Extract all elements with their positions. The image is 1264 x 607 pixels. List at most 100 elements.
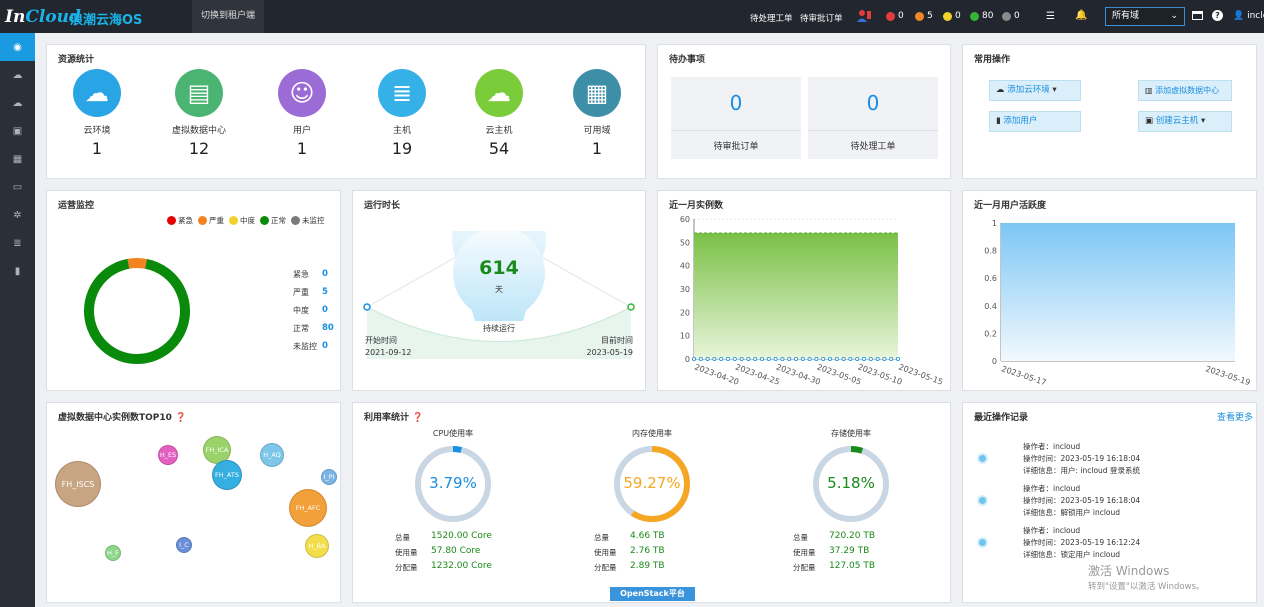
todo-review-card[interactable]: 0 待审批订单: [671, 77, 801, 159]
view-more-link[interactable]: 查看更多: [1217, 410, 1253, 423]
gauge-stat-label: 使用量: [594, 548, 617, 557]
resource-item[interactable]: ▤ 虚拟数据中心 12: [149, 69, 249, 158]
vdc-bubble[interactable]: H_ES: [158, 445, 178, 465]
sidebar-item[interactable]: ✲: [0, 201, 35, 229]
vdc-bubble[interactable]: FH_AFC: [289, 489, 327, 527]
trash-icon: ▮: [14, 265, 21, 277]
sidebar-item[interactable]: ▦: [0, 145, 35, 173]
vdc-bubble-label: FH_ISCS: [61, 479, 95, 489]
review-orders-link[interactable]: 待审批订单: [800, 12, 843, 24]
resource-stats-panel: 资源统计 ☁ 云环境 1 ▤ 虚拟数据中心 12 ☺ 用户 1 ≣ 主机 19 ☁ 云主机 54 ▦ 可用域 1: [46, 44, 646, 179]
gauge-stat-value: 37.29 TB: [829, 546, 870, 556]
x-tick-label: 2023-05-19: [1204, 364, 1251, 387]
log-op: 操作者：incloud: [1023, 442, 1081, 451]
alarm-badge[interactable]: 5: [915, 11, 933, 21]
bell-icon[interactable]: 🔔: [1075, 10, 1087, 21]
help-icon[interactable]: ❓: [175, 413, 186, 423]
gauge-percent: 59.27%: [623, 474, 681, 492]
gauge-stat-label: 使用量: [395, 548, 418, 557]
x-tick-label: 2023-05-05: [816, 362, 863, 386]
monitor-stat-label: 严重: [293, 288, 309, 297]
alarm-badge[interactable]: 0: [1002, 11, 1020, 21]
vdc-bubble-label: FH_AFC: [295, 504, 321, 512]
y-tick-label: 10: [680, 332, 690, 341]
zero-series-point: [793, 356, 798, 361]
gauge-stat-label: 总量: [594, 533, 609, 542]
gauge-stat-value: 1520.00 Core: [431, 531, 492, 541]
sidebar-item[interactable]: ▣: [0, 117, 35, 145]
zero-series-point: [875, 356, 880, 361]
vdc-bubble[interactable]: H_AQ: [260, 443, 284, 467]
platform-tab[interactable]: OpenStack平台: [610, 587, 695, 601]
gauge-stat-label: 分配量: [395, 563, 418, 572]
sidebar-item[interactable]: ◉: [0, 33, 35, 61]
alarm-badge[interactable]: 0: [943, 11, 961, 21]
alarm-person-icon[interactable]: [856, 9, 872, 26]
user-icon: ☺: [278, 69, 326, 117]
uptime-unit: 天: [495, 285, 503, 294]
chevron-down-icon: ⌄: [1170, 11, 1178, 21]
resource-item[interactable]: ≣ 主机 19: [352, 69, 452, 158]
region-select[interactable]: 所有域 ⌄: [1105, 7, 1185, 26]
instances-area: [694, 233, 898, 359]
alarm-badge[interactable]: 80: [970, 11, 993, 21]
end-time-label: 目前时间: [601, 336, 633, 345]
vdc-bubble[interactable]: I_C: [176, 537, 192, 553]
panel-title: 待办事项: [669, 55, 706, 65]
y-tick-label: 0.4: [984, 302, 997, 311]
resource-item[interactable]: ▦ 可用域 1: [547, 69, 647, 158]
windows-activation-title: 激活 Windows: [1088, 564, 1170, 578]
resource-item[interactable]: ☺ 用户 1: [252, 69, 352, 158]
menu-icon[interactable]: ☰: [1046, 11, 1055, 22]
vdc-bubble[interactable]: H_BA: [305, 534, 329, 558]
legend-dot-icon: [167, 216, 176, 225]
sidebar-item[interactable]: ▭: [0, 173, 35, 201]
vdc-bubble[interactable]: I_PI: [321, 469, 337, 485]
monitor-stat-label: 未监控: [293, 342, 317, 351]
todo-process-card[interactable]: 0 待处理工单: [808, 77, 938, 159]
timeline-dot-icon: [977, 537, 988, 548]
log-op: 操作者：incloud: [1023, 484, 1081, 493]
vdc-bubble-label: FH_ATS: [215, 471, 239, 479]
vdc-bubble[interactable]: FH_ATS: [212, 460, 242, 490]
sidebar-item[interactable]: ≣: [0, 229, 35, 257]
gauge-stat-value: 1232.00 Core: [431, 561, 492, 571]
pending-orders-link[interactable]: 待处理工单: [750, 12, 793, 24]
sidebar-item[interactable]: ☁: [0, 61, 35, 89]
alarm-count: 0: [955, 11, 961, 21]
monitor-stat-label: 紧急: [293, 270, 309, 279]
sidebar-item[interactable]: ▮: [0, 257, 35, 285]
create-vm-button[interactable]: ▣ 创建云主机 ▾: [1138, 111, 1232, 132]
window-icon[interactable]: [1192, 11, 1203, 20]
legend-item[interactable]: 未监控: [291, 215, 325, 226]
alarm-count: 0: [1014, 11, 1020, 21]
add-cloud-env-button[interactable]: ☁ 添加云环境 ▾: [989, 80, 1081, 101]
help-icon[interactable]: ❓: [412, 413, 423, 423]
donut-slice: [127, 258, 147, 269]
add-user-button[interactable]: ▮ 添加用户: [989, 111, 1081, 132]
switch-to-tenant-button[interactable]: 切换到租户端: [192, 0, 264, 33]
todo-review-count: 0: [729, 91, 743, 115]
todo-process-label: 待处理工单: [850, 142, 896, 152]
vdc-bubble[interactable]: H_F: [105, 545, 121, 561]
legend-item[interactable]: 中度: [229, 215, 255, 226]
sidebar-item[interactable]: ☁: [0, 89, 35, 117]
zero-series-point: [814, 356, 819, 361]
gauge-percent: 5.18%: [827, 474, 875, 492]
y-tick-label: 20: [680, 308, 690, 317]
add-vdc-button[interactable]: ▥ 添加虚拟数据中心: [1138, 80, 1232, 101]
resource-item[interactable]: ☁ 云主机 54: [449, 69, 549, 158]
calendar-icon: ▦: [12, 153, 23, 165]
vdc-bubble[interactable]: FH_ISCS: [55, 461, 101, 507]
uptime-panel: 运行时长 614 天 持续运行 开始时间 2021-09-12 目前时间 202…: [352, 190, 646, 391]
cloud-icon: ☁: [12, 69, 23, 81]
help-icon[interactable]: ?: [1212, 10, 1223, 21]
legend-item[interactable]: 正常: [260, 215, 286, 226]
legend-item[interactable]: 紧急: [167, 215, 193, 226]
alarm-badge[interactable]: 0: [886, 11, 904, 21]
zero-series-point: [773, 356, 778, 361]
user-menu[interactable]: 👤 inclo: [1233, 11, 1264, 21]
resource-item[interactable]: ☁ 云环境 1: [47, 69, 147, 158]
legend-item[interactable]: 严重: [198, 215, 224, 226]
zero-series-point: [760, 356, 765, 361]
